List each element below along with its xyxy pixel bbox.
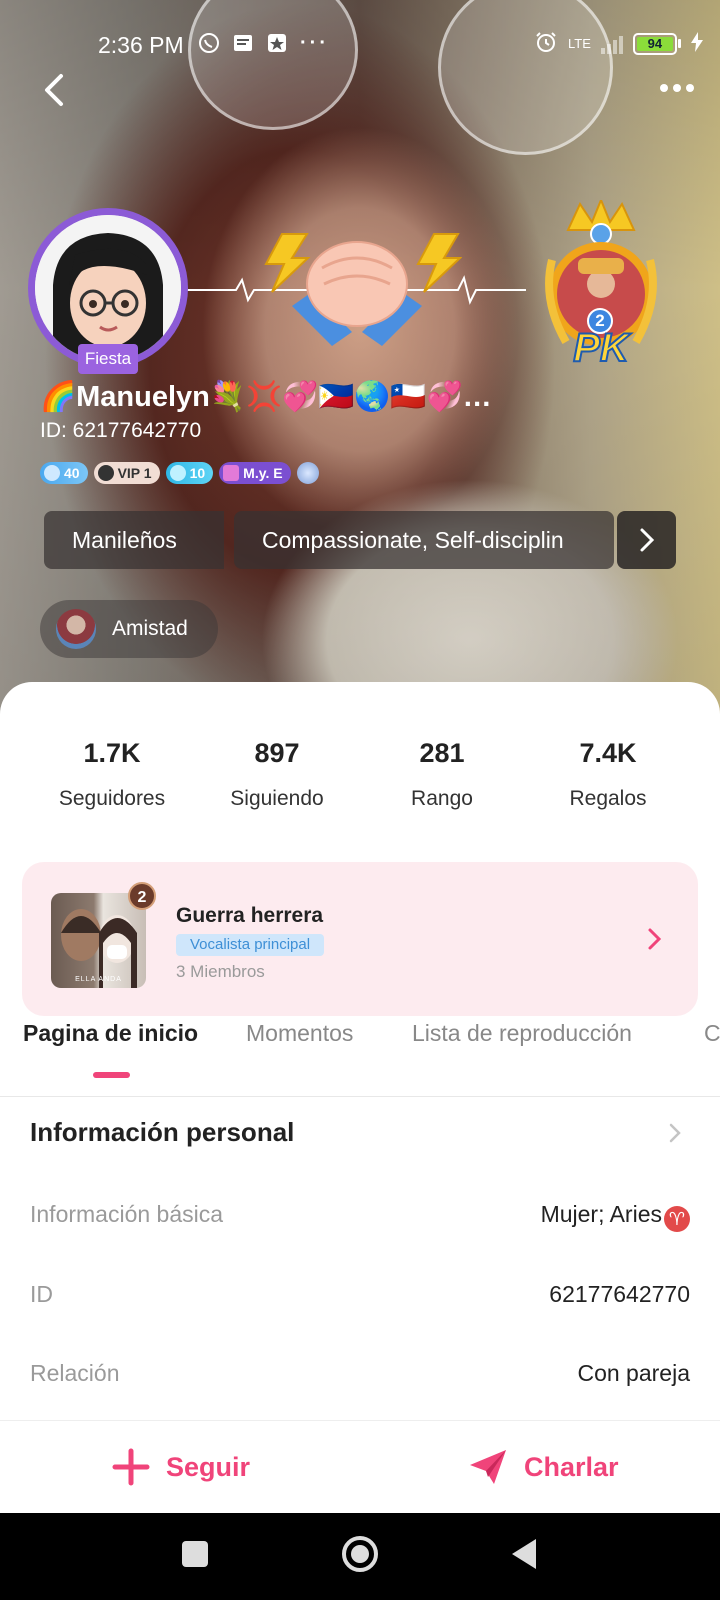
stat-label: Seguidores bbox=[58, 787, 166, 810]
recents-button[interactable] bbox=[181, 1540, 209, 1573]
stat-label: Siguiendo bbox=[230, 787, 324, 810]
user-id[interactable]: ID: 62177642770 bbox=[40, 419, 201, 443]
send-icon bbox=[470, 1450, 506, 1484]
info-value-wrap: Mujer; Aries ♈ bbox=[541, 1201, 690, 1232]
battery-level: 94 bbox=[636, 36, 673, 51]
tag-personality[interactable]: Compassionate, Self-disciplin bbox=[234, 511, 614, 569]
avatar-container[interactable]: Fiesta bbox=[28, 208, 188, 374]
stat-value: 7.4K bbox=[579, 738, 637, 768]
stat-rank[interactable]: 281 Rango bbox=[362, 738, 522, 811]
handshake-icon bbox=[264, 233, 462, 346]
divider bbox=[0, 1096, 720, 1097]
battery-icon: 94 bbox=[632, 32, 681, 55]
whatsapp-icon bbox=[198, 32, 220, 60]
chevron-right-icon bbox=[648, 928, 662, 950]
info-key: Relación bbox=[30, 1360, 120, 1386]
star-app-icon bbox=[266, 32, 288, 60]
alarm-icon bbox=[534, 30, 558, 57]
system-status: LTE 94 bbox=[534, 30, 703, 57]
signal-icon bbox=[600, 34, 623, 54]
profile-details-sheet: 1.7K Seguidores 897 Siguiendo 281 Rango … bbox=[0, 682, 720, 1422]
back-button[interactable] bbox=[36, 70, 76, 110]
news-icon bbox=[232, 32, 254, 60]
tab-home[interactable]: Pagina de inicio bbox=[23, 1020, 198, 1047]
tab-moments[interactable]: Momentos bbox=[246, 1020, 353, 1047]
notification-icons: ··· bbox=[198, 32, 329, 60]
stat-label: Regalos bbox=[569, 787, 647, 810]
home-button[interactable] bbox=[341, 1535, 379, 1578]
bolt-icon bbox=[690, 32, 703, 55]
more-dots-icon: ··· bbox=[300, 32, 329, 54]
family-badge[interactable]: M.y. E bbox=[219, 462, 291, 484]
ear-filter-right bbox=[438, 0, 613, 155]
pk-rank-badge[interactable]: 2 PK bbox=[540, 197, 662, 375]
chevron-right-icon bbox=[640, 528, 655, 552]
personal-info-title[interactable]: Información personal bbox=[30, 1117, 294, 1148]
stat-value: 281 bbox=[419, 738, 465, 768]
family-name: Guerra herrera bbox=[176, 904, 324, 927]
friendship-label: Amistad bbox=[112, 617, 188, 640]
diamond-icon bbox=[44, 465, 60, 481]
tab-more[interactable]: C bbox=[704, 1020, 720, 1047]
tab-playlist[interactable]: Lista de reproducción bbox=[412, 1020, 632, 1047]
stat-gifts[interactable]: 7.4K Regalos bbox=[528, 738, 688, 811]
chevron-right-icon[interactable] bbox=[668, 1122, 682, 1144]
ear-filter-left bbox=[188, 0, 358, 130]
info-value: Mujer; Aries bbox=[540, 1201, 662, 1227]
stat-followers[interactable]: 1.7K Seguidores bbox=[32, 738, 192, 811]
network-type: LTE bbox=[568, 36, 591, 51]
status-time: 2:36 PM bbox=[98, 32, 184, 58]
plus-icon bbox=[112, 1448, 150, 1486]
profile-tabs: Pagina de inicio Momentos Lista de repro… bbox=[0, 1020, 720, 1080]
avatar-cartoon bbox=[35, 215, 181, 361]
info-key: Información básica bbox=[30, 1201, 224, 1227]
interest-tags: Manileños Compassionate, Self-disciplin bbox=[44, 511, 614, 569]
family-members-count: 3 Miembros bbox=[176, 962, 265, 981]
back-nav-button[interactable] bbox=[510, 1537, 538, 1576]
avatar-status-tag: Fiesta bbox=[78, 344, 138, 374]
stat-value: 897 bbox=[254, 738, 300, 768]
family-image: ELLA ANDA bbox=[51, 893, 146, 988]
stat-following[interactable]: 897 Siguiendo bbox=[197, 738, 357, 811]
more-horizontal-icon bbox=[660, 84, 668, 92]
follow-button[interactable]: Seguir bbox=[112, 1421, 250, 1513]
vip-badge[interactable]: VIP 1 bbox=[93, 462, 160, 484]
gem-badge[interactable]: 10 bbox=[165, 462, 214, 484]
triangle-left-icon bbox=[512, 1539, 536, 1569]
square-icon bbox=[182, 1541, 208, 1567]
family-image-caption: ELLA ANDA bbox=[75, 976, 122, 983]
tags-expand-button[interactable] bbox=[617, 511, 676, 569]
stat-label: Rango bbox=[411, 787, 473, 810]
crown-icon bbox=[97, 465, 114, 481]
circle-icon bbox=[342, 1536, 378, 1572]
status-bar: 2:36 PM ··· LTE 94 bbox=[0, 28, 720, 64]
chevron-left-icon bbox=[45, 74, 63, 106]
chat-button[interactable]: Charlar bbox=[468, 1421, 619, 1513]
action-bar: Seguir Charlar bbox=[0, 1421, 720, 1513]
info-value: Con pareja bbox=[577, 1360, 690, 1386]
friend-avatar bbox=[56, 609, 96, 649]
gem-icon bbox=[169, 465, 186, 481]
more-options-button[interactable] bbox=[660, 76, 704, 100]
family-card[interactable]: ELLA ANDA 2 Guerra herrera Vocalista pri… bbox=[22, 862, 698, 1016]
family-role-badge: Vocalista principal bbox=[176, 934, 325, 956]
medal-icon[interactable] bbox=[296, 462, 319, 484]
stat-value: 1.7K bbox=[83, 738, 141, 768]
username: 🌈Manuelyn💐💢💞🇵🇭🌏🇨🇱💞… bbox=[40, 381, 492, 413]
family-rank-badge: 2 bbox=[128, 882, 156, 910]
family-icon bbox=[223, 465, 240, 481]
friendship-chip[interactable]: Amistad bbox=[40, 600, 218, 658]
tab-active-indicator bbox=[93, 1072, 130, 1078]
info-key: ID bbox=[30, 1281, 53, 1307]
chat-label: Charlar bbox=[524, 1451, 619, 1482]
tag-location[interactable]: Manileños bbox=[44, 511, 224, 569]
pk-label: PK bbox=[572, 325, 630, 371]
badge-row: 40 VIP 1 10 M.y. E bbox=[40, 462, 319, 484]
follow-label: Seguir bbox=[166, 1451, 251, 1482]
aries-icon: ♈ bbox=[664, 1206, 690, 1232]
system-nav-bar bbox=[0, 1513, 720, 1600]
info-value: 62177642770 bbox=[549, 1281, 690, 1307]
level-badge[interactable]: 40 bbox=[40, 462, 88, 484]
